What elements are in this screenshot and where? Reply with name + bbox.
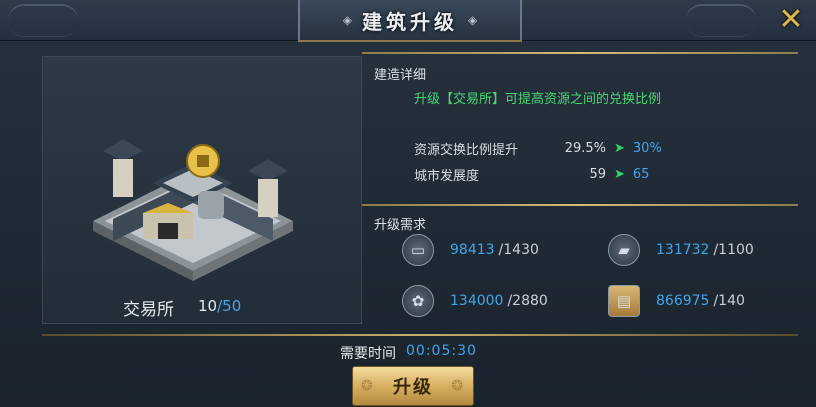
title-ornament-right-icon: ◈	[468, 13, 478, 27]
cloud-swirl-icon: ❂	[361, 378, 375, 394]
food-grain-icon: ✿	[402, 285, 434, 317]
requirement-have: 98413	[450, 242, 495, 258]
upgrade-dialog: ◈ 建筑升级 ◈ ✕ 交易所 10/50 建造详细 升级【交易所】可提高资源之间…	[0, 0, 816, 407]
exchange-building-image	[93, 139, 293, 281]
title-ornament-left-icon: ◈	[342, 13, 352, 27]
upgrade-description: 升级【交易所】可提高资源之间的兑换比例	[414, 92, 662, 107]
requirement-item: ▰ 131732 /1100	[608, 234, 754, 266]
details-panel: 建造详细 升级【交易所】可提高资源之间的兑换比例 资源交换比例提升 29.5% …	[362, 52, 798, 332]
requirement-need: /2880	[507, 293, 548, 309]
right-cloud-ornament	[686, 4, 756, 37]
requirement-need: /140	[713, 293, 745, 309]
scroll-icon: ▤	[608, 285, 640, 317]
stat-label: 资源交换比例提升	[414, 143, 519, 158]
stat-new-value: 65	[632, 167, 650, 182]
green-arrow-icon: ➤	[614, 141, 625, 156]
title-bar: ◈ 建筑升级 ◈ ✕	[0, 0, 816, 42]
time-label: 需要时间	[340, 346, 396, 362]
stat-row: 资源交换比例提升 29.5% ➤ 30%	[414, 139, 662, 158]
details-section-title: 建造详细	[374, 68, 427, 83]
building-name: 交易所	[123, 300, 174, 320]
close-button[interactable]: ✕	[772, 1, 810, 37]
stat-old-value: 59	[589, 167, 606, 182]
upgrade-button-label: 升级	[393, 377, 433, 398]
max-level: /50	[217, 297, 242, 315]
requirements-section-title: 升级需求	[374, 218, 427, 233]
upgrade-button[interactable]: ❂ 升级 ❂	[352, 366, 474, 406]
crossed-swords-close-icon: ✕	[778, 1, 804, 37]
green-arrow-icon: ➤	[614, 167, 625, 182]
current-level: 10	[198, 297, 218, 315]
building-level: 10/50	[198, 297, 241, 315]
requirement-item: ▭ 98413 /1430	[402, 234, 539, 266]
wood-log-icon: ▭	[402, 234, 434, 266]
stone-block-icon: ▰	[608, 234, 640, 266]
requirement-item: ▤ 866975 /140	[608, 285, 745, 317]
time-value: 00:05:30	[406, 343, 477, 359]
divider-top	[362, 52, 798, 54]
requirement-have: 866975	[656, 293, 710, 309]
stat-label: 城市发展度	[414, 169, 480, 184]
stat-old-value: 29.5%	[564, 141, 606, 156]
stat-new-value: 30%	[632, 141, 662, 156]
requirement-have: 131732	[656, 242, 710, 258]
building-preview-panel: 交易所 10/50	[42, 56, 362, 324]
stat-row: 城市发展度 59 ➤ 65	[414, 165, 649, 184]
requirement-have: 134000	[450, 293, 504, 309]
divider-middle	[362, 204, 798, 206]
title-plaque: ◈ 建筑升级 ◈	[298, 0, 522, 42]
requirement-need: /1100	[713, 242, 754, 258]
requirement-need: /1430	[498, 242, 539, 258]
page-title: 建筑升级	[362, 9, 458, 34]
upgrade-time: 需要时间 00:05:30	[340, 343, 477, 363]
requirement-item: ✿ 134000 /2880	[402, 285, 548, 317]
divider-bottom	[42, 334, 798, 336]
left-cloud-ornament	[8, 4, 78, 37]
cloud-swirl-icon: ❂	[451, 378, 465, 394]
